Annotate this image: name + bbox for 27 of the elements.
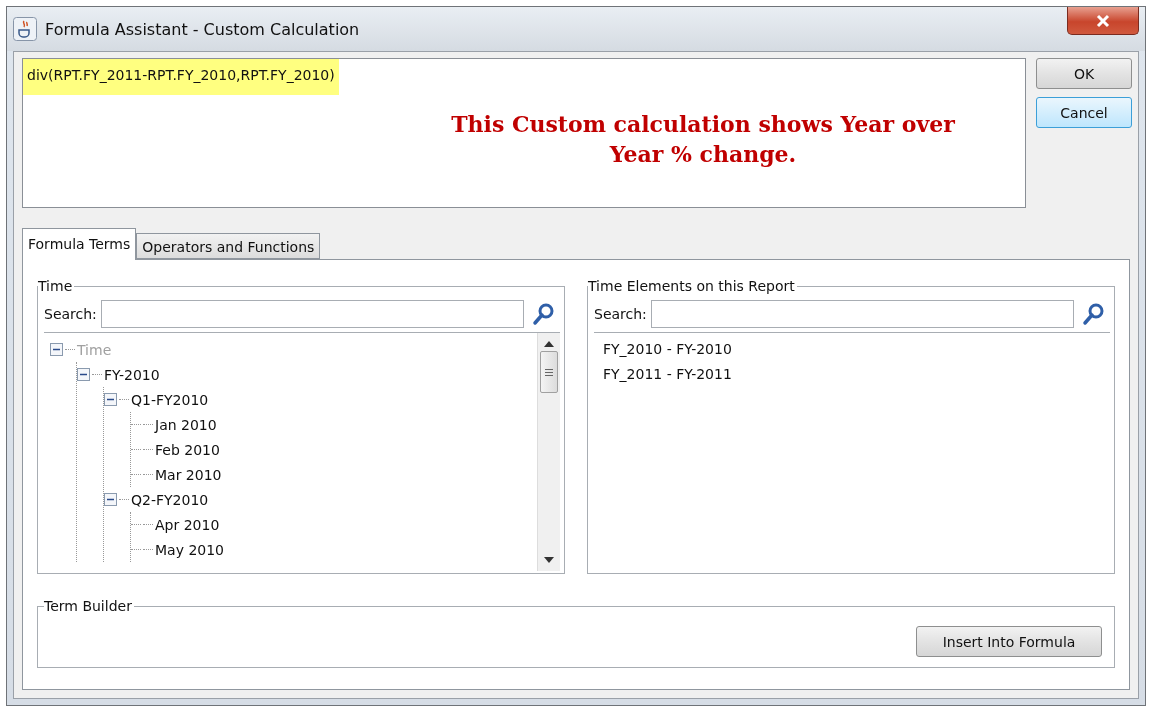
close-icon [1095, 13, 1111, 28]
tab[interactable]: Operators and Functions [136, 233, 321, 259]
group-title: Term Builder [44, 598, 133, 614]
tab[interactable]: Formula Terms [22, 228, 137, 260]
close-button[interactable] [1067, 7, 1139, 35]
list-item[interactable]: FY_2010 - FY-2010 [600, 337, 1104, 362]
group-title: Time [38, 278, 74, 294]
cup-icon [13, 17, 37, 41]
list-item[interactable]: FY_2011 - FY-2011 [600, 362, 1104, 387]
scroll-down-icon[interactable] [544, 557, 554, 563]
dialog-button[interactable]: Cancel [1036, 97, 1132, 128]
insert-button[interactable]: Insert Into Formula [916, 626, 1102, 657]
search-label: Search: [44, 306, 97, 322]
dialog-button[interactable]: OK [1036, 58, 1132, 89]
window-title: Formula Assistant - Custom Calculation [45, 19, 361, 39]
search-icon[interactable] [1082, 302, 1106, 326]
search-field[interactable] [650, 300, 1074, 328]
scroll-thumb[interactable] [540, 351, 558, 393]
annotation-text: This Custom calculation shows Year over Year % change. [450, 110, 956, 169]
search-label: Search: [594, 306, 647, 322]
search-icon[interactable] [532, 302, 556, 326]
scroll-up-icon[interactable] [544, 341, 554, 347]
group-title: Time Elements on this Report [588, 278, 796, 294]
formula-text: div(RPT.FY_2011-RPT.FY_2010,RPT.FY_2010) [23, 59, 339, 95]
formula-editor[interactable]: div(RPT.FY_2011-RPT.FY_2010,RPT.FY_2010) This Custom calculation shows Year over Year % change. [22, 58, 1026, 208]
scrollbar[interactable] [537, 333, 560, 571]
search-field[interactable] [100, 300, 524, 328]
